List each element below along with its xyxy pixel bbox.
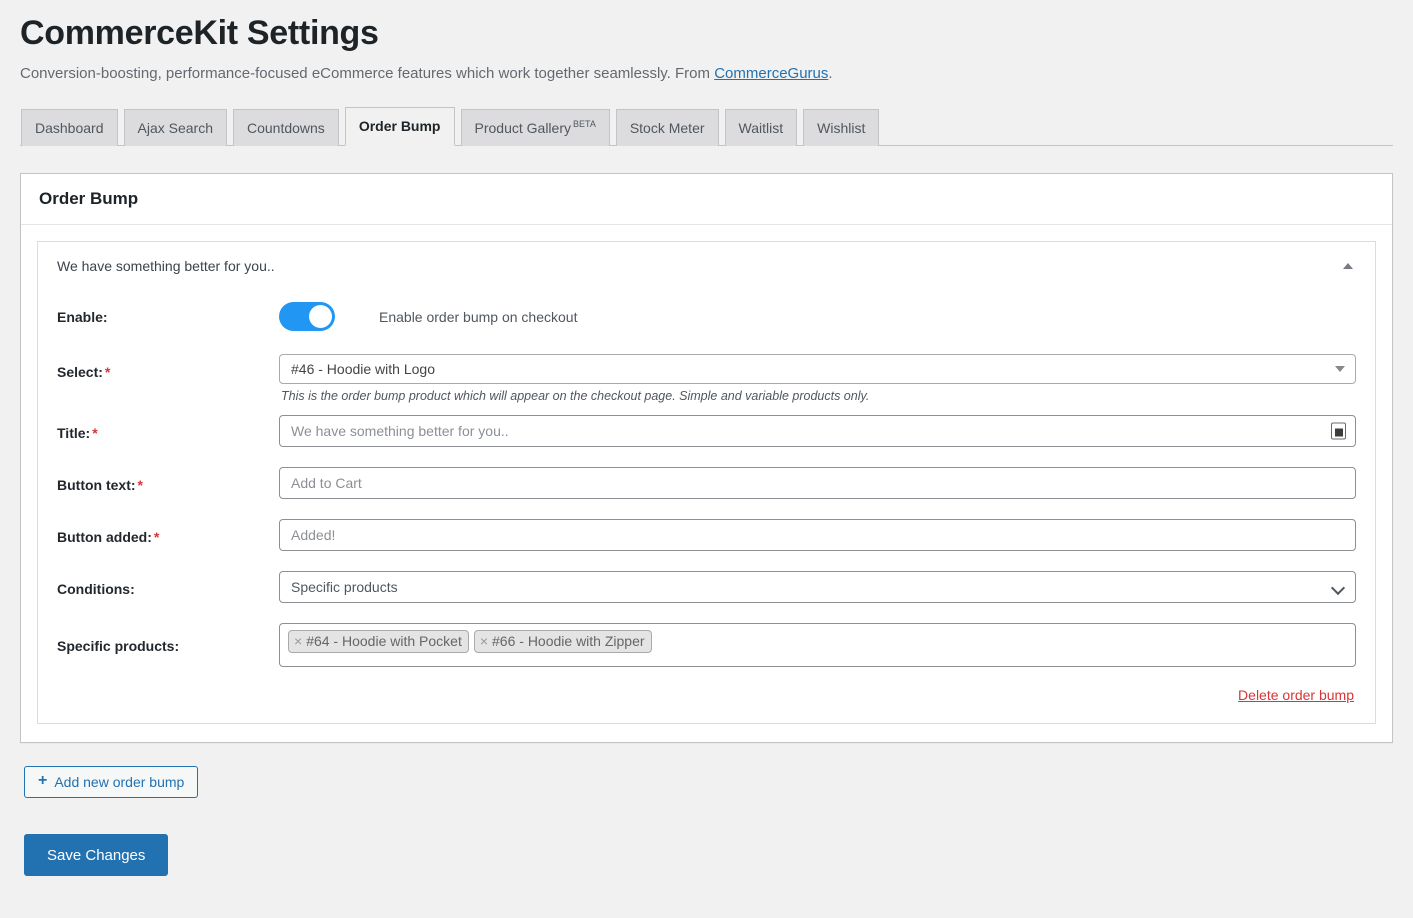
- title-required: *: [92, 425, 97, 441]
- page-subtitle-text: Conversion-boosting, performance-focused…: [20, 65, 714, 82]
- order-bump-card: We have something better for you.. Enabl…: [37, 241, 1376, 725]
- tab-badge: BETA: [573, 120, 596, 129]
- field-row-conditions: Conditions: Specific products: [57, 571, 1356, 603]
- order-bump-card-title: We have something better for you..: [57, 258, 275, 274]
- button-text-label-text: Button text:: [57, 477, 136, 493]
- conditions-select[interactable]: Specific products: [279, 571, 1356, 603]
- order-bump-card-body: Enable: Enable order bump on checkout Se…: [38, 286, 1375, 724]
- product-tag-label: #66 - Hoodie with Zipper: [492, 632, 645, 650]
- button-text-label: Button text:*: [57, 467, 279, 494]
- commercegurus-link[interactable]: CommerceGurus: [714, 65, 828, 82]
- tab-countdowns[interactable]: Countdowns: [233, 109, 339, 146]
- button-text-input[interactable]: [279, 467, 1356, 499]
- enable-toggle-text: Enable order bump on checkout: [379, 309, 577, 325]
- add-new-order-bump-button[interactable]: + Add new order bump: [24, 766, 198, 798]
- tab-label: Waitlist: [739, 121, 784, 135]
- select-label: Select:*: [57, 354, 279, 381]
- conditions-select-value: Specific products: [291, 579, 398, 595]
- panel-title: Order Bump: [39, 188, 1374, 210]
- title-label-text: Title:: [57, 425, 90, 441]
- tab-label: Dashboard: [35, 121, 104, 135]
- caret-down-icon: [1335, 366, 1345, 372]
- field-row-button-added: Button added:*: [57, 519, 1356, 551]
- page-title: CommerceKit Settings: [20, 0, 1393, 55]
- settings-tabs: Dashboard Ajax Search Countdowns Order Bump…: [20, 106, 1393, 146]
- delete-order-bump-link[interactable]: Delete order bump: [1238, 687, 1354, 703]
- tab-product-gallery[interactable]: Product GalleryBETA: [461, 109, 610, 146]
- plus-icon: +: [38, 773, 47, 789]
- emoji-picker-icon[interactable]: [1331, 423, 1346, 440]
- remove-tag-icon[interactable]: ×: [294, 634, 302, 648]
- tab-label: Wishlist: [817, 121, 865, 135]
- tab-waitlist[interactable]: Waitlist: [725, 109, 798, 146]
- tab-label: Stock Meter: [630, 121, 705, 135]
- panel-body: We have something better for you.. Enabl…: [21, 225, 1392, 743]
- tab-ajax-search[interactable]: Ajax Search: [124, 109, 227, 146]
- order-bump-card-header[interactable]: We have something better for you..: [38, 242, 1375, 286]
- tab-stock-meter[interactable]: Stock Meter: [616, 109, 719, 146]
- title-input[interactable]: [279, 415, 1356, 447]
- select-description: This is the order bump product which wil…: [281, 388, 1356, 406]
- conditions-label: Conditions:: [57, 571, 279, 598]
- button-added-required: *: [154, 529, 159, 545]
- button-added-label: Button added:*: [57, 519, 279, 546]
- tab-label: Order Bump: [359, 119, 441, 133]
- caret-up-icon[interactable]: [1340, 258, 1356, 274]
- specific-products-label: Specific products:: [57, 623, 279, 655]
- tab-label: Ajax Search: [138, 121, 213, 135]
- field-row-button-text: Button text:*: [57, 467, 1356, 499]
- field-row-select: Select:* #46 - Hoodie with Logo This is …: [57, 354, 1356, 406]
- title-label: Title:*: [57, 415, 279, 442]
- product-tag-label: #64 - Hoodie with Pocket: [306, 632, 462, 650]
- tab-wishlist[interactable]: Wishlist: [803, 109, 879, 146]
- field-row-title: Title:*: [57, 415, 1356, 447]
- enable-label: Enable:: [57, 308, 279, 326]
- select-required: *: [105, 364, 110, 380]
- add-new-order-bump-label: Add new order bump: [54, 774, 184, 790]
- tab-order-bump[interactable]: Order Bump: [345, 107, 455, 146]
- delete-row: Delete order bump: [57, 667, 1356, 703]
- product-tag[interactable]: × #66 - Hoodie with Zipper: [474, 630, 652, 653]
- product-select[interactable]: #46 - Hoodie with Logo: [279, 354, 1356, 384]
- button-added-label-text: Button added:: [57, 529, 152, 545]
- product-select-value: #46 - Hoodie with Logo: [291, 361, 435, 377]
- order-bump-panel: Order Bump We have something better for …: [20, 173, 1393, 744]
- chevron-down-icon: [1331, 581, 1345, 595]
- remove-tag-icon[interactable]: ×: [480, 634, 488, 648]
- button-text-required: *: [138, 477, 143, 493]
- tab-label: Countdowns: [247, 121, 325, 135]
- field-row-enable: Enable: Enable order bump on checkout: [57, 292, 1356, 342]
- button-added-input[interactable]: [279, 519, 1356, 551]
- enable-toggle[interactable]: [279, 302, 335, 331]
- page-subtitle: Conversion-boosting, performance-focused…: [20, 63, 1393, 84]
- panel-header: Order Bump: [21, 174, 1392, 225]
- field-row-specific-products: Specific products: × #64 - Hoodie with Po…: [57, 623, 1356, 667]
- product-tag[interactable]: × #64 - Hoodie with Pocket: [288, 630, 469, 653]
- select-label-text: Select:: [57, 364, 103, 380]
- tab-label: Product Gallery: [475, 121, 571, 135]
- save-changes-button[interactable]: Save Changes: [24, 834, 168, 876]
- specific-products-tagbox[interactable]: × #64 - Hoodie with Pocket × #66 - Hoodie w…: [279, 623, 1356, 667]
- page-subtitle-suffix: .: [828, 65, 832, 82]
- tab-dashboard[interactable]: Dashboard: [21, 109, 118, 146]
- page-root: CommerceKit Settings Conversion-boosting…: [0, 0, 1413, 876]
